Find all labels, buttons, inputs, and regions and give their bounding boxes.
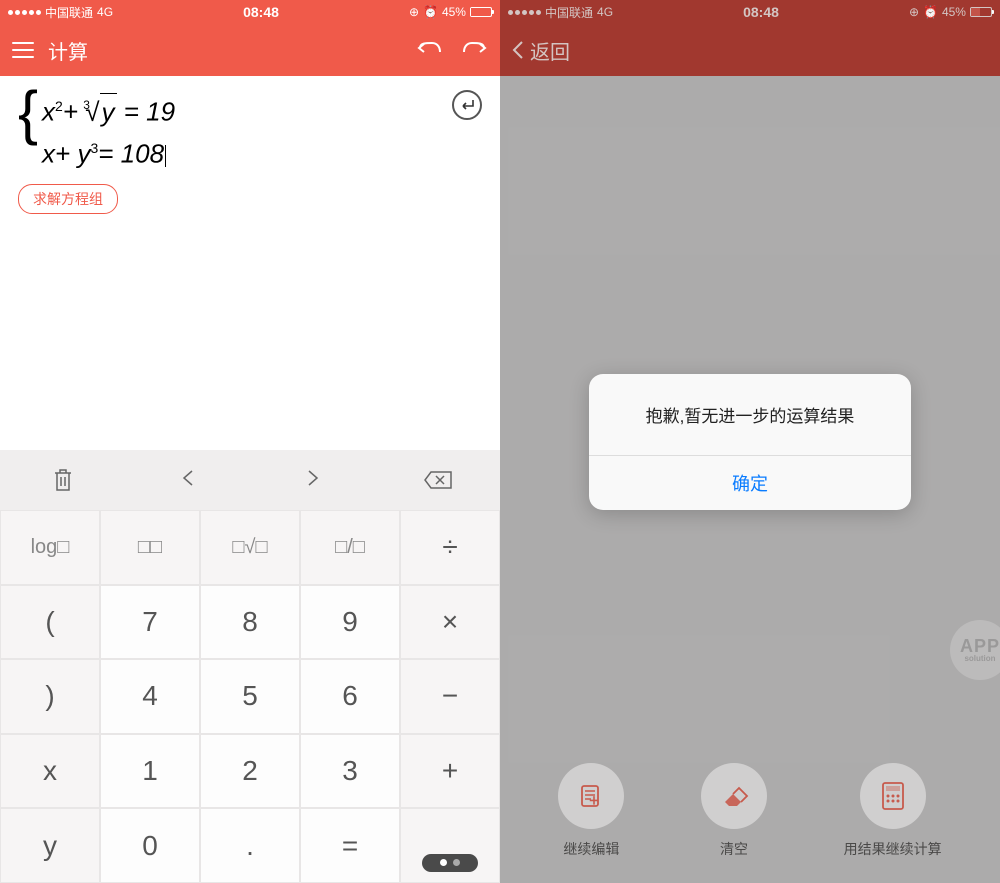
key-4[interactable]: 4: [100, 659, 200, 734]
cursor-nav: [125, 450, 375, 510]
solve-button[interactable]: 求解方程组: [18, 184, 118, 214]
trash-button[interactable]: [0, 450, 125, 510]
key-minus[interactable]: −: [400, 659, 500, 734]
key-x[interactable]: x: [0, 734, 100, 809]
key-3[interactable]: 3: [300, 734, 400, 809]
enter-button[interactable]: [452, 90, 482, 120]
keypad: log□ □□ □√□ □/□ ÷ ( 7 8 9 × ) 4 5 6 − x …: [0, 510, 500, 883]
key-lparen[interactable]: (: [0, 585, 100, 660]
pager[interactable]: [422, 854, 478, 872]
result-screen: 中国联通 4G 08:48 ⊕ ⏰ 45% 返回 抱歉,暂无进一步的运算结果 确…: [500, 0, 1000, 883]
alert-dialog: 抱歉,暂无进一步的运算结果 确定: [589, 374, 911, 510]
battery-pct: 45%: [442, 5, 466, 19]
alert-ok-button[interactable]: 确定: [589, 455, 911, 510]
signal-dots: [8, 10, 41, 15]
brace-icon: {: [18, 88, 38, 138]
key-equals[interactable]: =: [300, 808, 400, 883]
cursor: [165, 145, 166, 167]
action-label: 用结果继续计算: [844, 839, 942, 859]
redo-icon[interactable]: [462, 37, 488, 63]
key-divide[interactable]: ÷: [400, 510, 500, 585]
key-9[interactable]: 9: [300, 585, 400, 660]
action-continue-edit[interactable]: 继续编辑: [558, 763, 624, 859]
key-plus[interactable]: +: [400, 734, 500, 809]
keypad-toolbar: [0, 450, 500, 510]
battery-icon: [470, 7, 492, 17]
lock-icon: ⊕: [409, 5, 419, 19]
key-rparen[interactable]: ): [0, 659, 100, 734]
key-log[interactable]: log□: [0, 510, 100, 585]
action-use-result[interactable]: 用结果继续计算: [844, 763, 942, 859]
equation-area[interactable]: { x2+ 3√y = 19 x+ y3= 108 求解方程组: [0, 76, 500, 226]
key-7[interactable]: 7: [100, 585, 200, 660]
key-2[interactable]: 2: [200, 734, 300, 809]
key-more[interactable]: [400, 808, 500, 883]
bottom-actions: 继续编辑 清空 用结果继续计算: [500, 763, 1000, 859]
action-clear[interactable]: 清空: [701, 763, 767, 859]
network-label: 4G: [97, 5, 113, 19]
alert-message: 抱歉,暂无进一步的运算结果: [589, 374, 911, 455]
key-root[interactable]: □√□: [200, 510, 300, 585]
nav-title: 计算: [48, 36, 88, 65]
key-multiply[interactable]: ×: [400, 585, 500, 660]
key-dot[interactable]: .: [200, 808, 300, 883]
alarm-icon: ⏰: [423, 5, 438, 19]
cursor-left-button[interactable]: [180, 469, 196, 492]
calculator-screen: 中国联通 4G 08:48 ⊕ ⏰ 45% 计算 { x 2 +: [0, 0, 500, 883]
key-fraction[interactable]: □/□: [300, 510, 400, 585]
action-label: 继续编辑: [563, 839, 619, 859]
key-1[interactable]: 1: [100, 734, 200, 809]
key-y[interactable]: y: [0, 808, 100, 883]
status-bar: 中国联通 4G 08:48 ⊕ ⏰ 45%: [0, 0, 500, 24]
nav-bar: 计算: [0, 24, 500, 76]
key-8[interactable]: 8: [200, 585, 300, 660]
undo-icon[interactable]: [416, 37, 442, 63]
key-6[interactable]: 6: [300, 659, 400, 734]
key-0[interactable]: 0: [100, 808, 200, 883]
key-5[interactable]: 5: [200, 659, 300, 734]
equation-line-1: x2+ 3√y = 19: [42, 88, 175, 130]
menu-icon[interactable]: [12, 42, 34, 58]
equation-system: { x2+ 3√y = 19 x+ y3= 108: [18, 88, 482, 172]
status-time: 08:48: [243, 4, 279, 20]
action-label: 清空: [720, 839, 748, 859]
key-power[interactable]: □□: [100, 510, 200, 585]
cursor-right-button[interactable]: [305, 469, 321, 492]
equation-line-2: x+ y3= 108: [42, 130, 175, 172]
carrier-label: 中国联通: [45, 4, 93, 21]
backspace-button[interactable]: [375, 450, 500, 510]
